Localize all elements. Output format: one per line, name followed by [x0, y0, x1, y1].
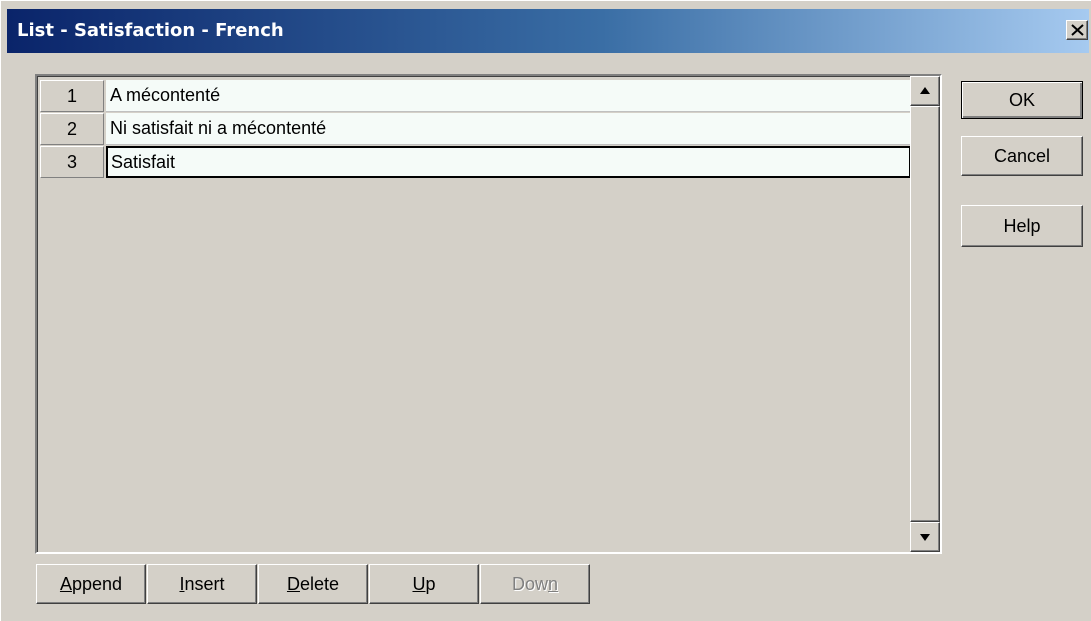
window-title: List - Satisfaction - French: [17, 20, 284, 41]
row-number[interactable]: 2: [40, 113, 104, 145]
down-accel: n: [548, 573, 559, 594]
scroll-down-arrow-icon: [920, 534, 930, 541]
cancel-button[interactable]: Cancel: [961, 136, 1083, 176]
list-grid: 1 A mécontenté 2 Ni satisfait ni a mécon…: [35, 74, 942, 554]
title-bar[interactable]: List - Satisfaction - French: [7, 9, 1089, 53]
close-icon: [1071, 24, 1084, 36]
append-button[interactable]: Append: [36, 564, 146, 604]
dialog-window: List - Satisfaction - French 1 A méconte…: [0, 0, 1091, 621]
list-row[interactable]: 1 A mécontenté: [40, 80, 913, 112]
delete-label: elete: [299, 573, 340, 594]
scroll-up-arrow-icon: [920, 87, 930, 94]
down-button: Dow n: [480, 564, 590, 604]
up-button[interactable]: Up: [369, 564, 479, 604]
down-label: Dow: [511, 573, 548, 594]
append-label: ppend: [71, 573, 123, 594]
delete-accel: D: [286, 573, 300, 594]
list-row[interactable]: 2 Ni satisfait ni a mécontenté: [40, 113, 913, 145]
row-text-cell-editing[interactable]: Satisfait: [106, 146, 911, 178]
up-accel: U: [412, 573, 426, 594]
ok-button[interactable]: OK: [961, 81, 1083, 119]
scrollbar-thumb[interactable]: [910, 106, 940, 522]
delete-button[interactable]: Delete: [258, 564, 368, 604]
row-text-cell[interactable]: A mécontenté: [106, 80, 911, 112]
row-text-cell[interactable]: Ni satisfait ni a mécontenté: [106, 113, 911, 145]
row-number[interactable]: 1: [40, 80, 104, 112]
scroll-down-button[interactable]: [910, 522, 940, 552]
vertical-scrollbar[interactable]: [910, 76, 940, 552]
up-label: p: [425, 573, 436, 594]
row-number[interactable]: 3: [40, 146, 104, 178]
help-button[interactable]: Help: [961, 205, 1083, 247]
scroll-up-button[interactable]: [910, 76, 940, 106]
list-row-selected[interactable]: 3 Satisfait: [40, 146, 913, 178]
insert-button[interactable]: Insert: [147, 564, 257, 604]
append-accel: A: [59, 573, 72, 594]
close-button[interactable]: [1066, 20, 1088, 40]
insert-label: nsert: [184, 573, 225, 594]
